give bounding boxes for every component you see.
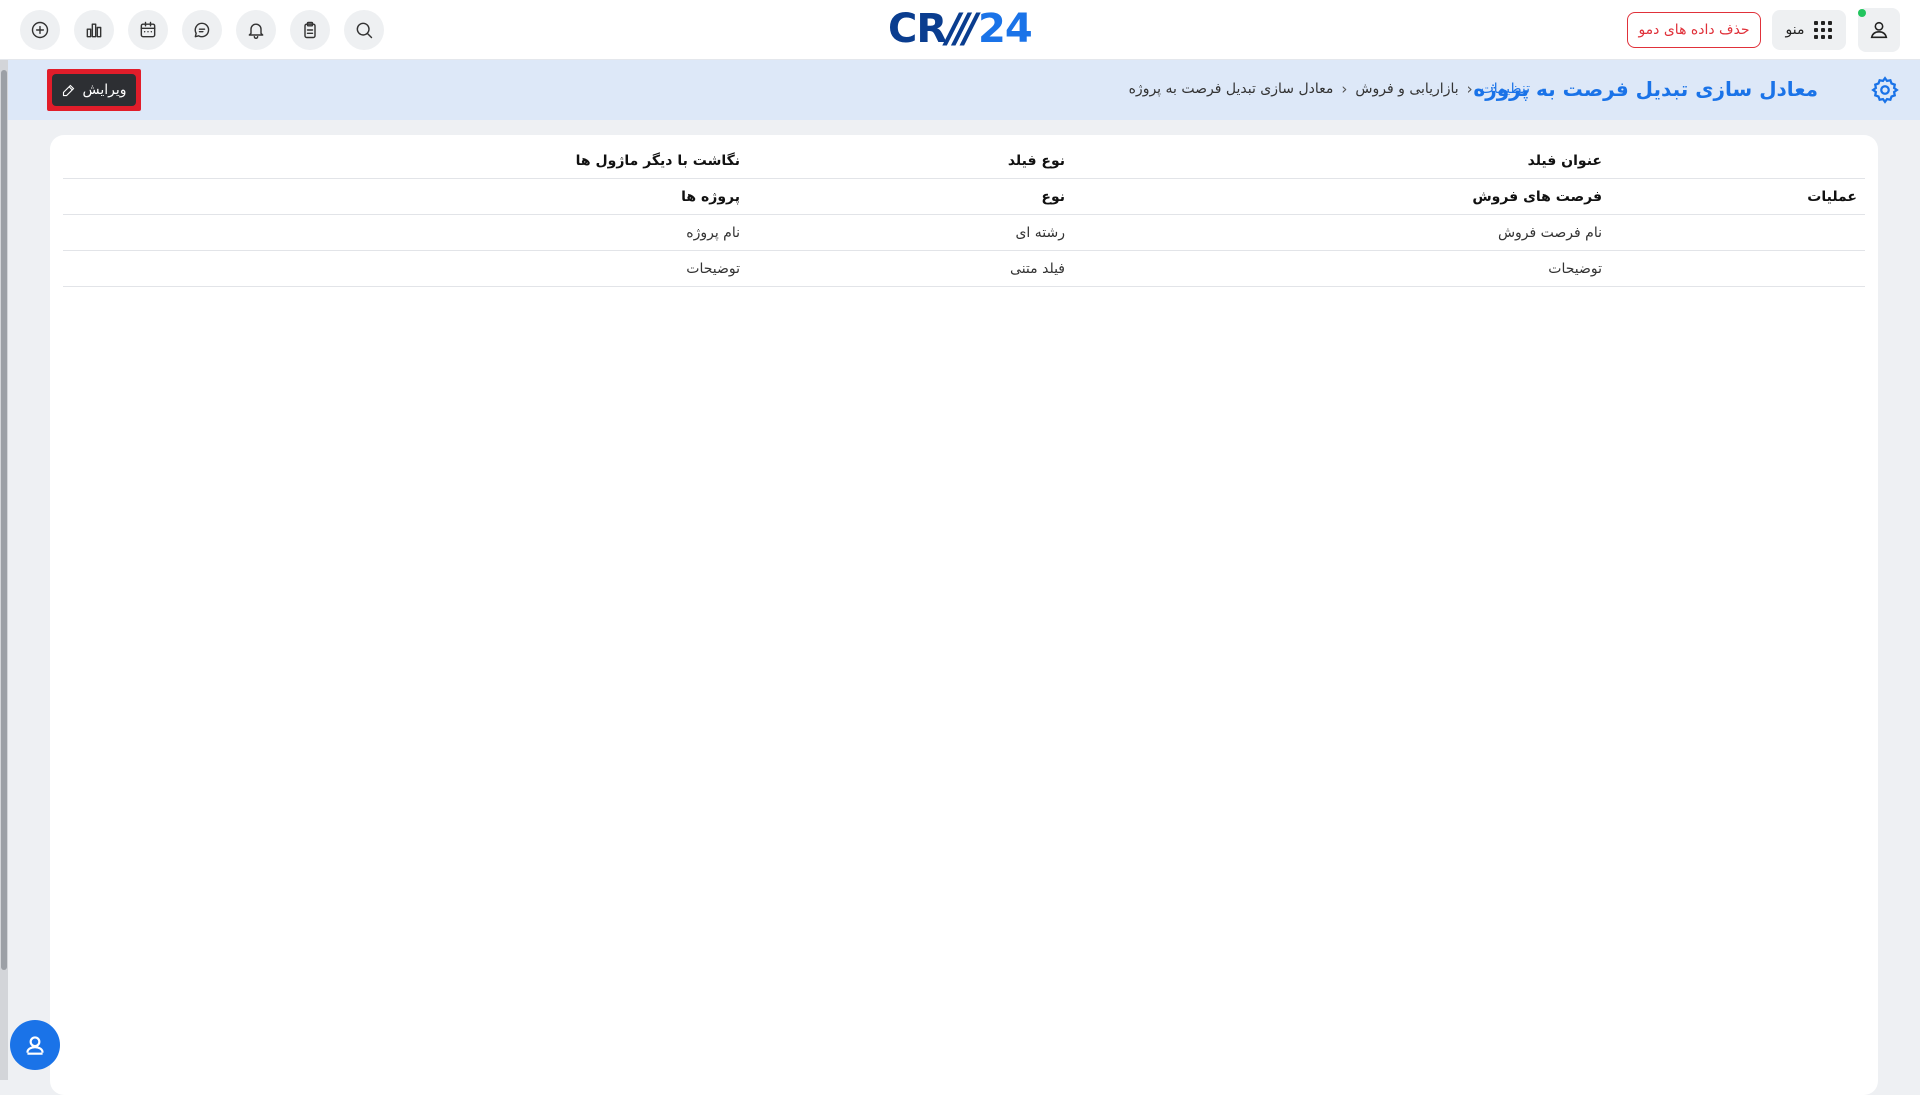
content-card: عنوان فیلد نوع فیلد نگاشت با دیگر ماژول … bbox=[50, 135, 1878, 1095]
grid-icon bbox=[1814, 21, 1833, 39]
support-chat-button[interactable] bbox=[10, 1020, 60, 1070]
top-bar: CR///24 حذف داده های دمو منو bbox=[0, 0, 1920, 60]
breadcrumb-item-marketing[interactable]: بازاریابی و فروش bbox=[1355, 81, 1458, 97]
bell-icon[interactable] bbox=[236, 10, 276, 50]
edit-button[interactable]: ویرایش bbox=[52, 74, 136, 106]
breadcrumb-item-current: معادل سازی تبدیل فرصت به پروژه bbox=[1128, 81, 1334, 97]
clipboard-icon[interactable] bbox=[290, 10, 330, 50]
field-type: فیلد متنی bbox=[1010, 261, 1065, 277]
gear-icon bbox=[1870, 75, 1900, 105]
table-header-row: عنوان فیلد نوع فیلد نگاشت با دیگر ماژول … bbox=[63, 143, 1865, 179]
breadcrumb: تنظیمات ‹ بازاریابی و فروش ‹ معادل سازی … bbox=[1129, 80, 1530, 98]
field-title: نام فرصت فروش bbox=[1497, 225, 1602, 241]
field-type: رشته ای bbox=[1015, 225, 1065, 241]
column-header-mapping: نگاشت با دیگر ماژول ها bbox=[575, 153, 740, 169]
field-mapping: نام پروژه bbox=[686, 225, 740, 241]
user-icon bbox=[1870, 21, 1888, 39]
scrollbar[interactable] bbox=[0, 60, 8, 1080]
chevron-left-icon: ‹ bbox=[1341, 80, 1348, 98]
table-row[interactable]: نام فرصت فروش رشته ای نام پروژه bbox=[63, 215, 1865, 251]
column-header-field-title: عنوان فیلد bbox=[1527, 153, 1602, 169]
module-projects: پروژه ها bbox=[681, 189, 740, 205]
bar-chart-icon[interactable] bbox=[74, 10, 114, 50]
calendar-icon[interactable] bbox=[128, 10, 168, 50]
edit-button-highlight: ویرایش bbox=[47, 69, 141, 111]
module-sales-opportunities: فرصت های فروش bbox=[1472, 189, 1602, 205]
chat-icon[interactable] bbox=[182, 10, 222, 50]
chevron-left-icon: ‹ bbox=[1466, 80, 1473, 98]
table-row[interactable]: توضیحات فیلد متنی توضیحات bbox=[63, 251, 1865, 287]
search-icon[interactable] bbox=[344, 10, 384, 50]
mapping-table: عنوان فیلد نوع فیلد نگاشت با دیگر ماژول … bbox=[63, 143, 1865, 287]
menu-label: منو bbox=[1785, 22, 1805, 38]
field-title: توضیحات bbox=[1548, 261, 1602, 277]
column-header-operations: عملیات bbox=[1807, 189, 1857, 205]
field-mapping: توضیحات bbox=[686, 261, 740, 277]
plus-circle-icon[interactable] bbox=[20, 10, 60, 50]
breadcrumb-item-settings[interactable]: تنظیمات bbox=[1481, 81, 1530, 97]
edit-button-label: ویرایش bbox=[82, 82, 127, 98]
group-type-label: نوع bbox=[1041, 189, 1065, 205]
headset-icon bbox=[26, 1036, 44, 1055]
delete-demo-data-button[interactable]: حذف داده های دمو bbox=[1627, 12, 1761, 48]
online-status-dot bbox=[1858, 9, 1866, 17]
table-group-row: عملیات فرصت های فروش نوع پروژه ها bbox=[63, 179, 1865, 215]
app-logo[interactable]: CR///24 bbox=[888, 6, 1033, 52]
pencil-icon bbox=[63, 84, 75, 96]
page-header: معادل سازی تبدیل فرصت به پروژه تنظیمات ‹… bbox=[8, 60, 1920, 120]
column-header-field-type: نوع فیلد bbox=[1007, 153, 1065, 169]
menu-button[interactable]: منو bbox=[1772, 10, 1846, 50]
scrollbar-thumb[interactable] bbox=[1, 70, 7, 970]
